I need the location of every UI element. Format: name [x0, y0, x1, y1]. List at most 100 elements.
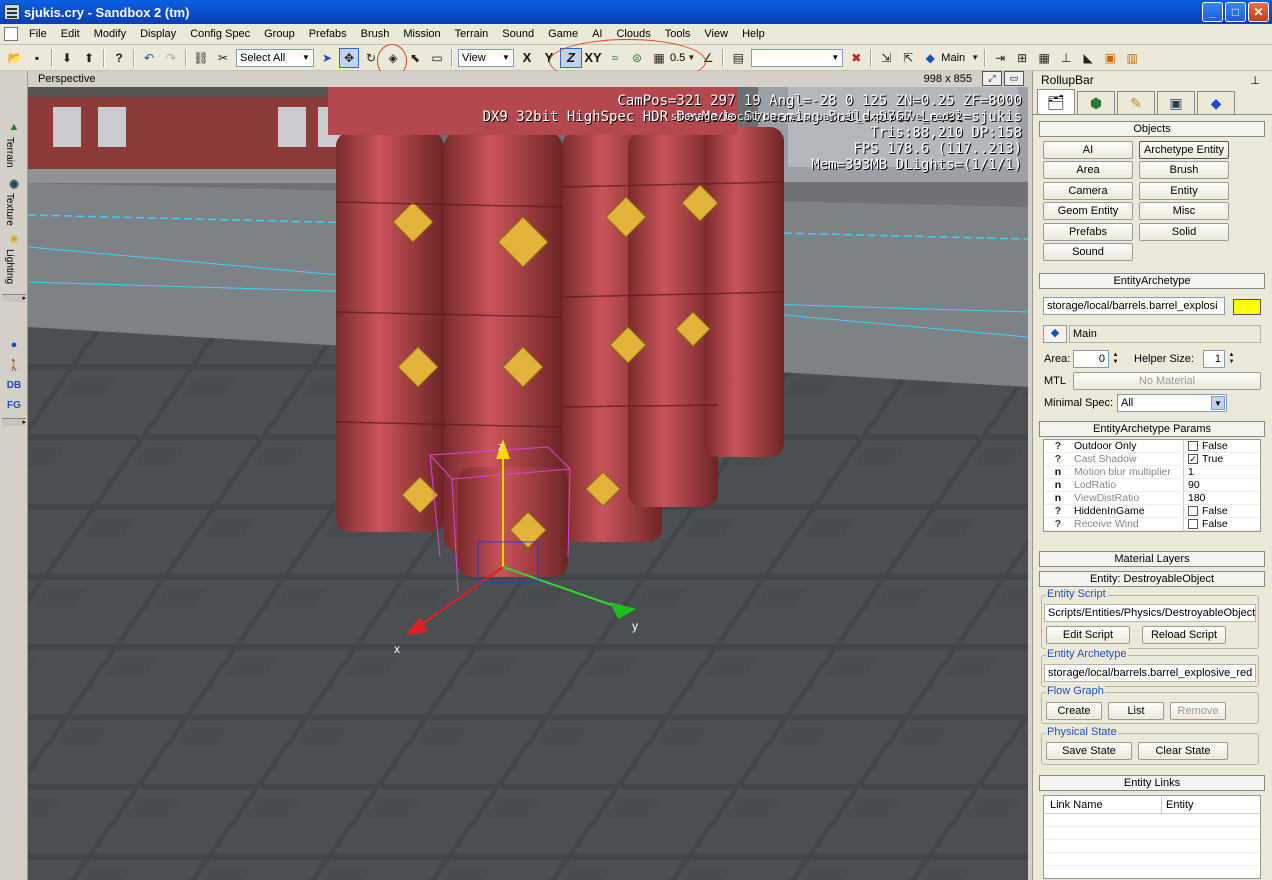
object-search-combo[interactable]: ▼: [751, 48, 844, 67]
object-area-button[interactable]: Area: [1043, 161, 1133, 179]
maximize-button[interactable]: □: [1225, 2, 1246, 22]
tab-texture[interactable]: Texture: [4, 193, 15, 226]
param-row[interactable]: ? HiddenInGame False: [1044, 505, 1260, 518]
entity-script-field[interactable]: Scripts/Entities/Physics/DestroyableObje…: [1044, 604, 1256, 622]
param-row[interactable]: n LodRatio 90: [1044, 479, 1260, 492]
object-misc-button[interactable]: Misc: [1139, 202, 1229, 220]
object-entity-button[interactable]: Entity: [1139, 182, 1229, 200]
flowgraph-icon[interactable]: ▣: [1100, 48, 1120, 68]
menu-edit[interactable]: Edit: [54, 24, 87, 44]
param-row[interactable]: n Motion blur multiplier 1: [1044, 466, 1260, 479]
entity-links-table[interactable]: Link Name Entity: [1043, 795, 1261, 879]
tab-terrain-edit[interactable]: ⬢: [1077, 91, 1115, 114]
helper-size-input[interactable]: 1: [1203, 350, 1225, 368]
entity-archetype-header[interactable]: EntityArchetype: [1039, 273, 1265, 289]
param-checkbox[interactable]: [1188, 506, 1198, 516]
document-icon[interactable]: [4, 27, 18, 41]
param-value[interactable]: 180: [1184, 492, 1206, 504]
viewport-layout-icon[interactable]: ▭: [1004, 71, 1024, 86]
unlink-icon[interactable]: ✂: [213, 48, 233, 68]
menu-help[interactable]: Help: [735, 24, 772, 44]
menu-view[interactable]: View: [697, 24, 735, 44]
flowgraph-button[interactable]: FG: [6, 397, 22, 413]
menu-sound[interactable]: Sound: [495, 24, 541, 44]
param-row[interactable]: ? Outdoor Only False: [1044, 440, 1260, 453]
area-spinner[interactable]: ▲ ▼: [1111, 350, 1120, 368]
tab-lighting[interactable]: Lighting: [4, 249, 15, 284]
axis-x-button[interactable]: X: [516, 48, 538, 68]
layer-export-icon[interactable]: ⇱: [898, 48, 918, 68]
menu-display[interactable]: Display: [133, 24, 183, 44]
param-checkbox[interactable]: [1188, 519, 1198, 529]
entity-archetype-field[interactable]: storage/local/barrels.barrel_explosive_r…: [1044, 664, 1256, 682]
chevron-down-icon[interactable]: ▼: [970, 48, 980, 68]
current-layer-label[interactable]: Main: [941, 52, 965, 64]
notes-icon[interactable]: ▤: [728, 48, 748, 68]
menu-config-spec[interactable]: Config Spec: [183, 24, 257, 44]
layer-icon[interactable]: ◆: [1043, 325, 1067, 343]
remove-flowgraph-button[interactable]: Remove: [1170, 702, 1226, 720]
tab-display[interactable]: ▣: [1157, 91, 1195, 114]
import-icon[interactable]: ⬆: [79, 48, 99, 68]
menu-modify[interactable]: Modify: [87, 24, 133, 44]
align-icon[interactable]: ⊞: [1012, 48, 1032, 68]
object-prefabs-button[interactable]: Prefabs: [1043, 223, 1133, 241]
tab-modify[interactable]: ✎: [1117, 91, 1155, 114]
object-brush-button[interactable]: Brush: [1139, 161, 1229, 179]
area-input[interactable]: 0: [1073, 350, 1109, 368]
layer-field[interactable]: Main: [1069, 325, 1261, 343]
help-icon[interactable]: ?: [109, 48, 129, 68]
menu-game[interactable]: Game: [541, 24, 585, 44]
menu-prefabs[interactable]: Prefabs: [302, 24, 354, 44]
layers-icon[interactable]: ◆: [920, 48, 940, 68]
param-row[interactable]: n ViewDistRatio 180: [1044, 492, 1260, 505]
object-solid-button[interactable]: Solid: [1139, 223, 1229, 241]
object-camera-button[interactable]: Camera: [1043, 182, 1133, 200]
measure-icon[interactable]: ⊥: [1056, 48, 1076, 68]
move-tool-icon[interactable]: ✥: [339, 47, 359, 68]
objects-header[interactable]: Objects: [1039, 121, 1265, 137]
param-row[interactable]: ? Receive Wind False: [1044, 518, 1260, 531]
coordinate-system-combo[interactable]: View ▼: [458, 48, 514, 67]
ui-editor-icon[interactable]: ▥: [1122, 48, 1142, 68]
params-header[interactable]: EntityArchetype Params: [1039, 421, 1265, 437]
selection-combo[interactable]: Select All ▼: [236, 48, 314, 67]
tab-terrain[interactable]: Terrain: [4, 137, 15, 168]
save-state-button[interactable]: Save State: [1046, 742, 1132, 760]
edit-script-button[interactable]: Edit Script: [1046, 626, 1130, 644]
perspective-viewport[interactable]: z y x CamPos=321 297 19 Angl=-28 0 125 Z…: [28, 87, 1028, 880]
close-button[interactable]: ✕: [1248, 2, 1269, 22]
menu-terrain[interactable]: Terrain: [448, 24, 496, 44]
param-value[interactable]: 1: [1184, 466, 1194, 478]
select-tool-icon[interactable]: ➤: [317, 48, 337, 68]
link-icon[interactable]: ⛓: [191, 48, 211, 68]
param-row[interactable]: ? Cast Shadow ✓ True: [1044, 453, 1260, 466]
create-flowgraph-button[interactable]: Create: [1046, 702, 1102, 720]
save-icon[interactable]: ▪: [27, 48, 47, 68]
open-icon[interactable]: 📂: [5, 48, 25, 68]
entity-header[interactable]: Entity: DestroyableObject: [1039, 571, 1265, 587]
link-name-column[interactable]: Link Name: [1044, 796, 1162, 813]
menu-group[interactable]: Group: [257, 24, 302, 44]
maximize-viewport-icon[interactable]: ⤢: [982, 71, 1002, 86]
archetype-name-field[interactable]: storage/local/barrels.barrel_explosi: [1043, 297, 1225, 315]
viewport-name[interactable]: Perspective: [38, 73, 95, 85]
material-button[interactable]: No Material: [1073, 372, 1261, 390]
param-checkbox[interactable]: ✓: [1188, 454, 1198, 464]
helper-size-spinner[interactable]: ▲ ▼: [1227, 350, 1236, 368]
grid-table-icon[interactable]: ▦: [1034, 48, 1054, 68]
tab-layers[interactable]: ◆: [1197, 91, 1235, 114]
chart-icon[interactable]: ◣: [1078, 48, 1098, 68]
object-archetype-entity-button[interactable]: Archetype Entity: [1139, 141, 1229, 159]
layer-import-icon[interactable]: ⇲: [876, 48, 896, 68]
undo-icon[interactable]: ↶: [139, 48, 159, 68]
material-layers-header[interactable]: Material Layers: [1039, 551, 1265, 567]
archetype-color-swatch[interactable]: [1233, 299, 1261, 315]
app-icon[interactable]: [4, 4, 20, 20]
goto-selection-icon[interactable]: ⇥: [990, 48, 1010, 68]
minimize-button[interactable]: _: [1202, 2, 1223, 22]
menu-file[interactable]: File: [22, 24, 54, 44]
redo-icon[interactable]: ↷: [161, 48, 181, 68]
tab-objects[interactable]: 🗂: [1037, 89, 1075, 114]
minimal-spec-select[interactable]: All ▼: [1117, 394, 1227, 412]
